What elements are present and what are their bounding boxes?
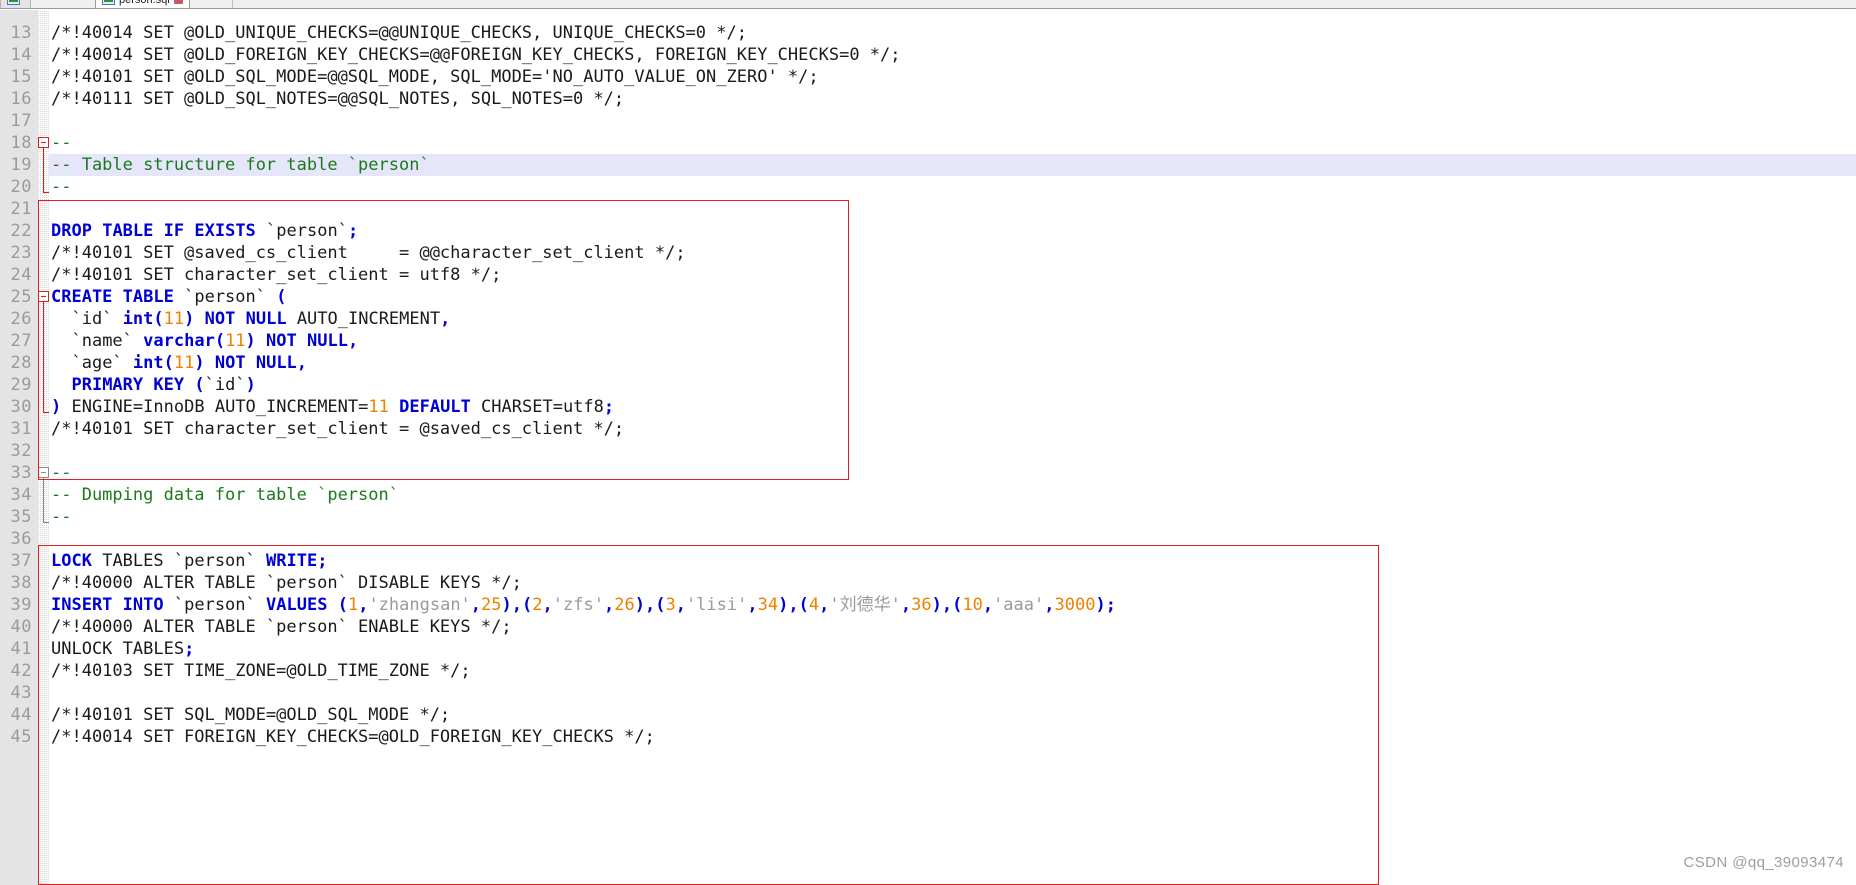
code-line[interactable]: /*!40101 SET character_set_client = @sav… xyxy=(49,418,1856,440)
fold-toggle-icon[interactable] xyxy=(38,137,49,148)
tab-separator xyxy=(232,0,233,8)
code-line[interactable]: DROP TABLE IF EXISTS `person`; xyxy=(49,220,1856,242)
line-number: 41 xyxy=(10,639,32,659)
tab-document[interactable] xyxy=(0,0,31,8)
line-number: 24 xyxy=(10,265,32,285)
code-line[interactable]: -- Table structure for table `person` xyxy=(49,154,1856,176)
code-line[interactable]: /*!40111 SET @OLD_SQL_NOTES=@@SQL_NOTES,… xyxy=(49,88,1856,110)
code-line[interactable]: -- Dumping data for table `person` xyxy=(49,484,1856,506)
fold-margin[interactable] xyxy=(38,10,49,885)
line-number: 35 xyxy=(10,507,32,527)
line-number: 34 xyxy=(10,485,32,505)
line-number: 15 xyxy=(10,67,32,87)
tab-person-sql[interactable]: person.sql xyxy=(95,0,190,8)
line-number: 23 xyxy=(10,243,32,263)
line-number: 31 xyxy=(10,419,32,439)
watermark: CSDN @qq_39093474 xyxy=(1683,854,1844,871)
code-line[interactable]: INSERT INTO `person` VALUES (1,'zhangsan… xyxy=(49,594,1856,616)
code-line[interactable]: /*!40014 SET FOREIGN_KEY_CHECKS=@OLD_FOR… xyxy=(49,726,1856,748)
code-editor[interactable]: 13 14 15 16 17 18 19 20 21 22 23 24 25 26 27 28 29 30 31 32… xyxy=(0,10,1856,885)
code-line[interactable] xyxy=(49,198,1856,220)
code-line[interactable] xyxy=(49,110,1856,132)
line-number: 32 xyxy=(10,441,32,461)
line-number: 26 xyxy=(10,309,32,329)
line-number-gutter: 13 14 15 16 17 18 19 20 21 22 23 24 25 26 27 28 29 30 31 32… xyxy=(0,10,38,885)
document-icon xyxy=(7,0,20,5)
line-number: 13 xyxy=(10,23,32,43)
line-number: 29 xyxy=(10,375,32,395)
code-line[interactable] xyxy=(49,440,1856,462)
code-line[interactable]: /*!40014 SET @OLD_FOREIGN_KEY_CHECKS=@@F… xyxy=(49,44,1856,66)
code-line[interactable]: UNLOCK TABLES; xyxy=(49,638,1856,660)
line-number: 33 xyxy=(10,463,32,483)
code-line[interactable]: /*!40101 SET character_set_client = utf8… xyxy=(49,264,1856,286)
line-number: 28 xyxy=(10,353,32,373)
code-line[interactable]: /*!40101 SET @OLD_SQL_MODE=@@SQL_MODE, S… xyxy=(49,66,1856,88)
tab-label-person-sql: person.sql xyxy=(119,0,170,6)
line-number: 25 xyxy=(10,287,32,307)
line-number: 45 xyxy=(10,727,32,747)
line-number: 30 xyxy=(10,397,32,417)
fold-toggle-icon[interactable] xyxy=(38,467,49,478)
code-line[interactable]: PRIMARY KEY (`id`) xyxy=(49,374,1856,396)
code-line[interactable]: -- xyxy=(49,176,1856,198)
code-line[interactable]: /*!40103 SET TIME_ZONE=@OLD_TIME_ZONE */… xyxy=(49,660,1856,682)
line-number: 16 xyxy=(10,89,32,109)
code-line[interactable]: /*!40000 ALTER TABLE `person` ENABLE KEY… xyxy=(49,616,1856,638)
line-number: 37 xyxy=(10,551,32,571)
line-number: 18 xyxy=(10,133,32,153)
fold-toggle-icon[interactable] xyxy=(38,291,49,302)
code-area[interactable]: /*!40014 SET @OLD_UNIQUE_CHECKS=@@UNIQUE… xyxy=(49,10,1856,885)
code-line[interactable]: LOCK TABLES `person` WRITE; xyxy=(49,550,1856,572)
code-line[interactable]: /*!40101 SET @saved_cs_client = @@charac… xyxy=(49,242,1856,264)
line-number: 43 xyxy=(10,683,32,703)
fold-guide-line xyxy=(43,478,44,522)
code-line[interactable]: `id` int(11) NOT NULL AUTO_INCREMENT, xyxy=(49,308,1856,330)
line-number: 38 xyxy=(10,573,32,593)
line-number: 42 xyxy=(10,661,32,681)
code-line[interactable]: ) ENGINE=InnoDB AUTO_INCREMENT=11 DEFAUL… xyxy=(49,396,1856,418)
line-number: 20 xyxy=(10,177,32,197)
line-number: 17 xyxy=(10,111,32,131)
code-line[interactable]: /*!40000 ALTER TABLE `person` DISABLE KE… xyxy=(49,572,1856,594)
line-number: 27 xyxy=(10,331,32,351)
code-line[interactable]: `name` varchar(11) NOT NULL, xyxy=(49,330,1856,352)
fold-guide-line xyxy=(43,148,44,192)
line-number: 36 xyxy=(10,529,32,549)
code-line[interactable] xyxy=(49,528,1856,550)
code-line[interactable]: /*!40101 SET SQL_MODE=@OLD_SQL_MODE */; xyxy=(49,704,1856,726)
sql-file-icon xyxy=(102,0,115,5)
code-line[interactable]: /*!40014 SET @OLD_UNIQUE_CHECKS=@@UNIQUE… xyxy=(49,22,1856,44)
editor-tab-strip: person.sql xyxy=(0,0,1856,9)
code-line[interactable]: `age` int(11) NOT NULL, xyxy=(49,352,1856,374)
line-number: 22 xyxy=(10,221,32,241)
line-number: 14 xyxy=(10,45,32,65)
line-number: 40 xyxy=(10,617,32,637)
code-line[interactable]: -- xyxy=(49,132,1856,154)
line-number: 39 xyxy=(10,595,32,615)
code-line[interactable] xyxy=(49,682,1856,704)
code-line[interactable]: -- xyxy=(49,506,1856,528)
line-number: 21 xyxy=(10,199,32,219)
fold-guide-line xyxy=(43,302,44,412)
code-line[interactable]: -- xyxy=(49,462,1856,484)
code-line[interactable]: CREATE TABLE `person` ( xyxy=(49,286,1856,308)
close-icon[interactable] xyxy=(173,0,183,4)
line-number: 44 xyxy=(10,705,32,725)
line-number: 19 xyxy=(10,155,32,175)
